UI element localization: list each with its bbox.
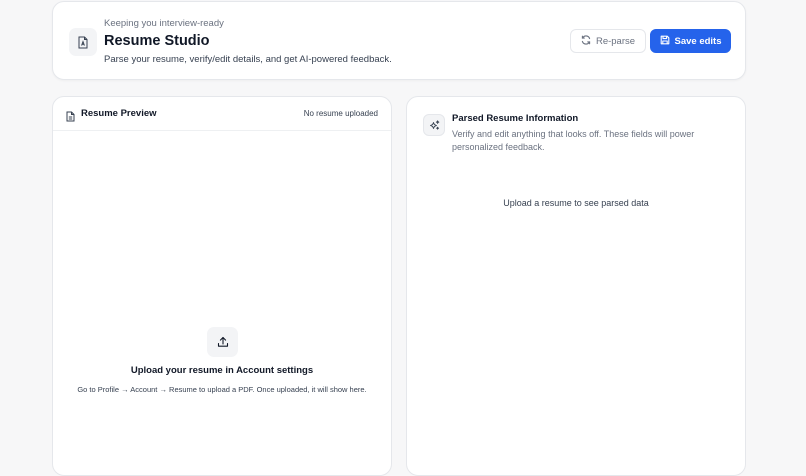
parsed-info-title: Parsed Resume Information (452, 113, 579, 124)
header-card: Keeping you interview-ready Resume Studi… (52, 1, 746, 80)
resume-status: No resume uploaded (303, 109, 378, 118)
resume-preview-header: Resume Preview No resume uploaded (53, 97, 391, 131)
page-subtitle: Parse your resume, verify/edit details, … (104, 54, 392, 65)
upload-empty-hint: Go to Profile → Account → Resume to uplo… (77, 385, 367, 394)
resume-preview-panel: Resume Preview No resume uploaded Upload… (52, 96, 392, 476)
save-edits-button[interactable]: Save edits (650, 29, 731, 53)
upload-empty-title: Upload your resume in Account settings (130, 365, 314, 376)
parsed-info-description: Verify and edit anything that looks off.… (452, 129, 695, 152)
parsed-empty-message: Upload a resume to see parsed data (503, 198, 649, 208)
header-eyebrow: Keeping you interview-ready (104, 18, 224, 29)
parsed-info-panel: Parsed Resume Information Verify and edi… (406, 96, 746, 476)
reparse-label: Re-parse (595, 35, 636, 47)
reparse-button[interactable]: Re-parse (570, 29, 646, 53)
sparkle-icon (423, 114, 445, 136)
save-icon (660, 35, 670, 48)
page-title: Resume Studio (104, 33, 210, 49)
resume-file-icon (69, 28, 97, 56)
upload-icon (207, 327, 238, 357)
resume-preview-title: Resume Preview (81, 108, 157, 119)
refresh-icon (581, 34, 591, 48)
document-icon (66, 109, 75, 127)
save-edits-label: Save edits (674, 35, 722, 47)
